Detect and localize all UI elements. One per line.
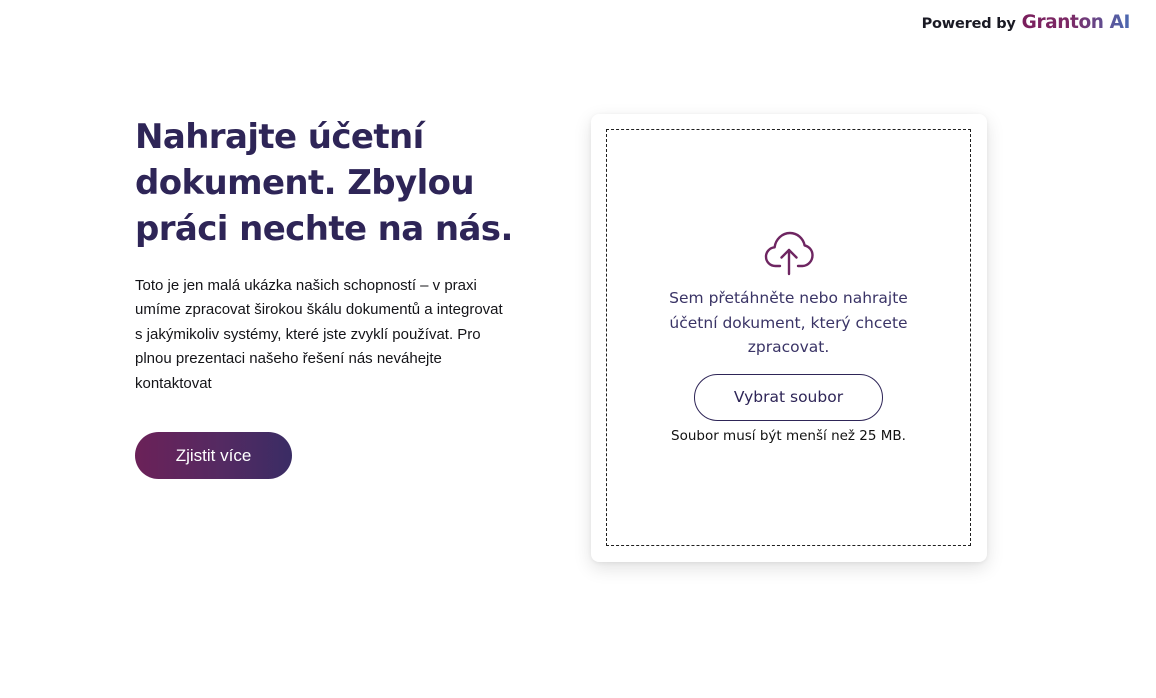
select-file-button[interactable]: Vybrat soubor [694, 373, 883, 421]
hero-description: Toto je jen malá ukázka našich schopnost… [135, 277, 503, 392]
page-title: Nahrajte účetní dokument. Zbylou práci n… [135, 117, 513, 249]
hero-section: Nahrajte účetní dokument. Zbylou práci n… [135, 114, 515, 396]
dropzone-instruction: Sem přetáhněte nebo nahrajte účetní doku… [669, 289, 908, 357]
cloud-upload-icon [764, 231, 814, 276]
upload-card: Sem přetáhněte nebo nahrajte účetní doku… [591, 114, 987, 562]
learn-more-button[interactable]: Zjistit více [135, 432, 292, 479]
file-dropzone[interactable]: Sem přetáhněte nebo nahrajte účetní doku… [606, 129, 971, 546]
powered-by-badge[interactable]: Powered by Granton AI [921, 12, 1131, 33]
page: Powered by Granton AI Nahrajte účetní do… [0, 0, 1156, 698]
file-size-note: Soubor musí být menší než 25 MB. [671, 427, 906, 444]
powered-by-label: Powered by [921, 16, 1016, 32]
brand-logo-text: Granton AI [1021, 12, 1131, 33]
